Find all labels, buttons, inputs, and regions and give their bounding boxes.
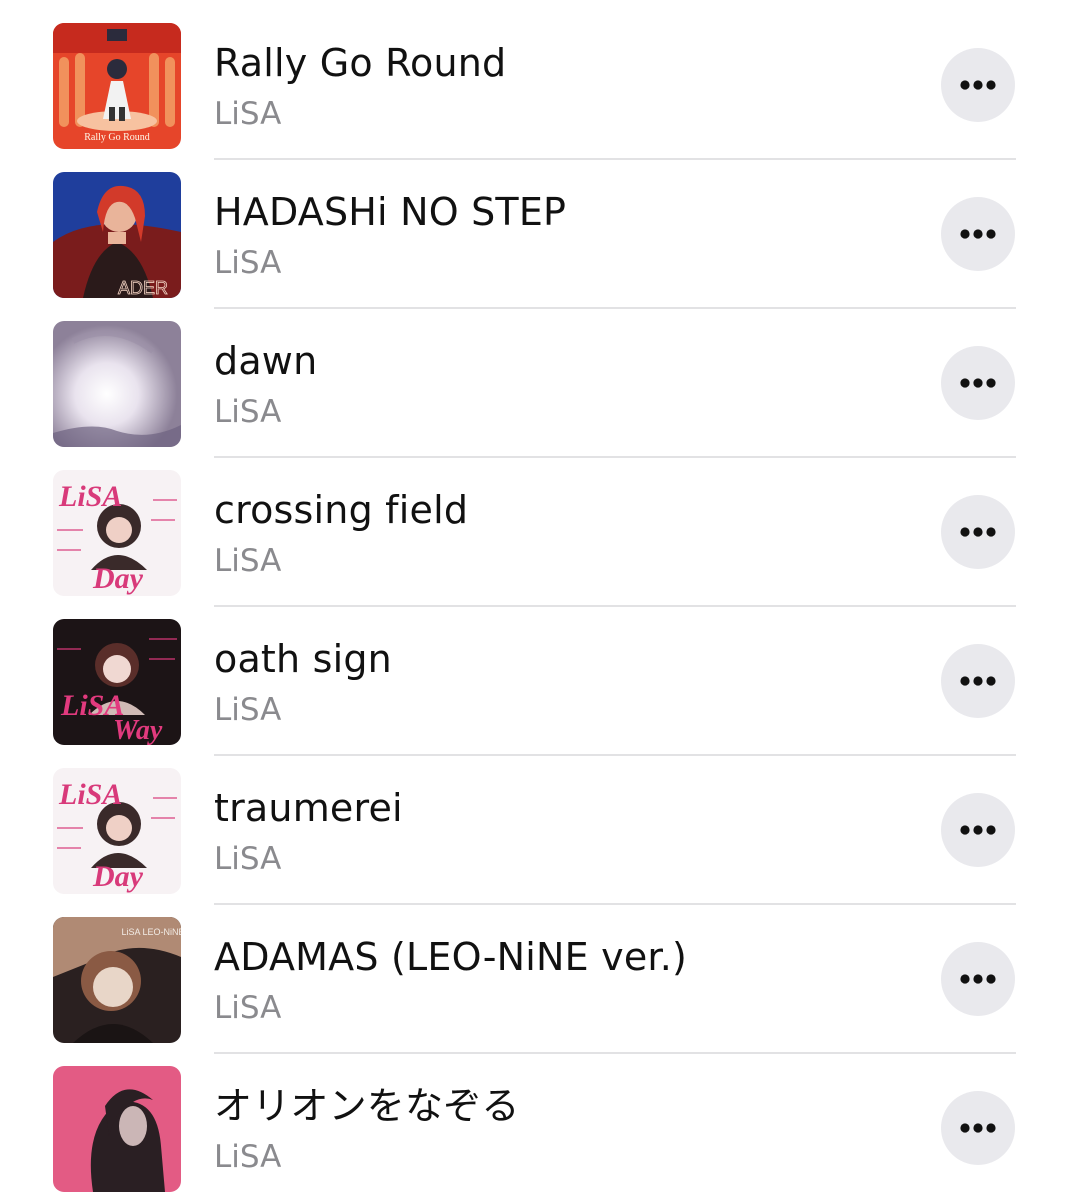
song-row[interactable]: LiSA LEO-NiNE ADAMAS (LEO-NiNE ver.) LiS… xyxy=(0,894,1069,1054)
song-row[interactable]: LiSA Day traumerei LiSA xyxy=(0,745,1069,905)
album-artwork: ADER xyxy=(53,172,181,298)
svg-text:Day: Day xyxy=(92,860,144,893)
artwork-text: LiSA LEO-NiNE xyxy=(121,927,181,937)
song-artist: LiSA xyxy=(214,841,282,877)
song-title: crossing field xyxy=(214,488,469,532)
song-artist: LiSA xyxy=(214,990,282,1026)
more-options-button[interactable] xyxy=(941,48,1015,122)
album-artwork: LiSA Day xyxy=(53,768,181,894)
more-ellipsis-icon xyxy=(960,527,996,537)
album-artwork: Rally Go Round xyxy=(53,23,181,149)
song-title: oath sign xyxy=(214,637,392,681)
song-artist: LiSA xyxy=(214,1139,282,1175)
song-title: オリオンをなぞる xyxy=(214,1084,520,1128)
artwork-text: ADER xyxy=(118,278,168,298)
song-artist: LiSA xyxy=(214,394,282,430)
artwork-text: Rally Go Round xyxy=(84,132,150,143)
song-row[interactable]: ADER HADASHi NO STEP LiSA xyxy=(0,149,1069,309)
more-options-button[interactable] xyxy=(941,793,1015,867)
album-artwork: LiSA Day xyxy=(53,470,181,596)
song-title: dawn xyxy=(214,339,318,383)
more-ellipsis-icon xyxy=(960,676,996,686)
song-artist: LiSA xyxy=(214,245,282,281)
more-ellipsis-icon xyxy=(960,229,996,239)
more-ellipsis-icon xyxy=(960,80,996,90)
song-title: Rally Go Round xyxy=(214,41,507,85)
album-artwork xyxy=(53,1066,181,1192)
song-list: Rally Go Round Rally Go Round LiSA ADER xyxy=(0,0,1069,1200)
song-title: HADASHi NO STEP xyxy=(214,190,567,234)
more-ellipsis-icon xyxy=(960,378,996,388)
more-options-button[interactable] xyxy=(941,1091,1015,1165)
song-row[interactable]: dawn LiSA xyxy=(0,298,1069,458)
song-row[interactable]: LiSA Way oath sign LiSA xyxy=(0,596,1069,756)
more-ellipsis-icon xyxy=(960,1123,996,1133)
more-options-button[interactable] xyxy=(941,197,1015,271)
album-artwork: LiSA LEO-NiNE xyxy=(53,917,181,1043)
song-title: ADAMAS (LEO-NiNE ver.) xyxy=(214,935,688,979)
more-ellipsis-icon xyxy=(960,974,996,984)
song-artist: LiSA xyxy=(214,96,282,132)
svg-text:Way: Way xyxy=(113,715,163,745)
artwork-text: LiSA xyxy=(58,778,122,811)
more-options-button[interactable] xyxy=(941,942,1015,1016)
svg-text:Day: Day xyxy=(92,562,144,595)
more-options-button[interactable] xyxy=(941,346,1015,420)
more-ellipsis-icon xyxy=(960,825,996,835)
song-row[interactable]: Rally Go Round Rally Go Round LiSA xyxy=(0,0,1069,160)
song-row[interactable]: オリオンをなぞる LiSA xyxy=(0,1043,1069,1192)
song-artist: LiSA xyxy=(214,543,282,579)
album-artwork xyxy=(53,321,181,447)
album-artwork: LiSA Way xyxy=(53,619,181,745)
song-title: traumerei xyxy=(214,786,403,830)
more-options-button[interactable] xyxy=(941,644,1015,718)
artwork-text: LiSA xyxy=(58,480,122,513)
song-row[interactable]: LiSA Day crossing field LiSA xyxy=(0,447,1069,607)
more-options-button[interactable] xyxy=(941,495,1015,569)
song-artist: LiSA xyxy=(214,692,282,728)
